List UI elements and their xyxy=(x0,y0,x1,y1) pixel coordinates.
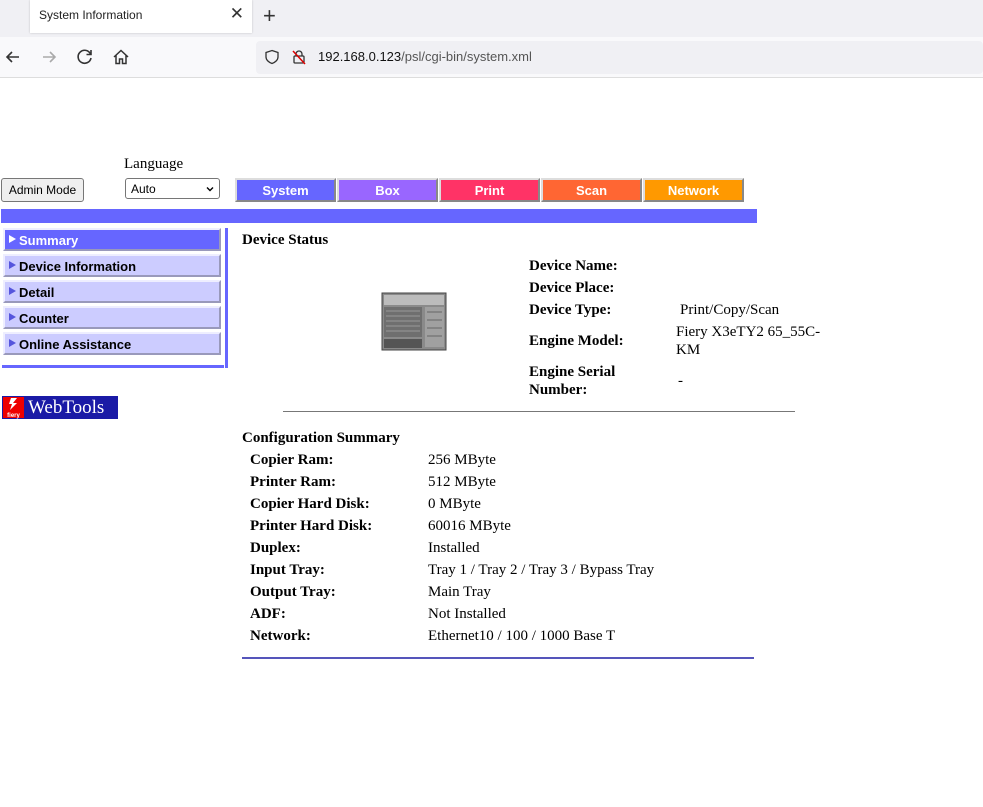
device-place-label: Device Place: xyxy=(529,280,615,296)
shield-icon[interactable] xyxy=(264,49,280,65)
page-content: Language Admin Mode Auto System Box Prin… xyxy=(0,78,983,807)
browser-tab-bar: System Information ✕ + xyxy=(0,0,983,37)
webtools-text: WebTools xyxy=(28,397,105,418)
sidebar-item-label: Summary xyxy=(19,233,79,248)
arrow-icon xyxy=(9,339,16,347)
sidebar: Summary Device Information Detail Counte… xyxy=(1,228,228,368)
printer-hard-disk-value: 60016 MByte xyxy=(428,518,511,534)
copier-ram-label: Copier Ram: xyxy=(250,452,334,468)
section-divider xyxy=(283,411,795,412)
printer-ram-value: 512 MByte xyxy=(428,474,496,490)
engine-serial-label: Engine Serial Number: xyxy=(529,364,616,398)
browser-tab-title: System Information xyxy=(39,8,143,22)
device-name-label: Device Name: xyxy=(529,258,618,274)
new-tab-icon[interactable]: + xyxy=(263,3,276,29)
tab-system[interactable]: System xyxy=(235,178,336,202)
tab-network-label: Network xyxy=(667,182,720,198)
tab-system-label: System xyxy=(262,182,309,198)
arrow-icon xyxy=(9,313,16,321)
url-path: /psl/cgi-bin/system.xml xyxy=(401,49,532,64)
output-tray-value: Main Tray xyxy=(428,584,491,600)
tab-box[interactable]: Box xyxy=(337,178,438,202)
webtools-logo[interactable]: fiery WebTools xyxy=(2,396,118,419)
arrow-icon xyxy=(9,261,16,269)
fiery-logo-icon: fiery xyxy=(3,397,24,419)
config-summary-title: Configuration Summary xyxy=(242,430,400,446)
tab-scan[interactable]: Scan xyxy=(541,178,642,202)
forward-icon[interactable] xyxy=(38,46,60,68)
engine-model-value: Fiery X3eTY2 65_55C-KM xyxy=(676,324,821,358)
sidebar-item-label: Device Information xyxy=(19,259,137,274)
insecure-lock-icon[interactable] xyxy=(291,49,307,65)
input-tray-label: Input Tray: xyxy=(250,562,325,578)
network-label: Network: xyxy=(250,628,311,644)
admin-mode-button[interactable]: Admin Mode xyxy=(1,178,84,202)
close-tab-icon[interactable]: ✕ xyxy=(230,4,244,24)
browser-tab[interactable]: System Information ✕ xyxy=(30,0,252,33)
copier-hard-disk-label: Copier Hard Disk: xyxy=(250,496,370,512)
home-icon[interactable] xyxy=(110,46,132,68)
sidebar-item-counter[interactable]: Counter xyxy=(3,306,221,329)
sidebar-item-online-assistance[interactable]: Online Assistance xyxy=(3,332,221,355)
sidebar-item-label: Counter xyxy=(19,311,69,326)
tab-box-label: Box xyxy=(375,182,400,198)
language-label: Language xyxy=(124,156,184,172)
network-value: Ethernet10 / 100 / 1000 Base T xyxy=(428,628,616,644)
sidebar-item-summary[interactable]: Summary xyxy=(3,228,221,251)
device-type-label: Device Type: xyxy=(529,302,612,318)
printer-icon xyxy=(381,292,447,351)
arrow-icon xyxy=(9,235,16,243)
url-text: 192.168.0.123/psl/cgi-bin/system.xml xyxy=(318,49,532,64)
url-host: 192.168.0.123 xyxy=(318,49,402,64)
sidebar-item-label: Detail xyxy=(19,285,55,300)
device-type-value: Print/Copy/Scan xyxy=(680,302,780,318)
sidebar-item-label: Online Assistance xyxy=(19,337,132,352)
reload-icon[interactable] xyxy=(74,46,96,68)
adf-value: Not Installed xyxy=(428,606,506,622)
header-divider-bar xyxy=(1,209,757,223)
fiery-badge-text: fiery xyxy=(7,413,20,419)
adf-label: ADF: xyxy=(250,606,286,622)
engine-serial-value: - xyxy=(678,373,683,389)
arrow-icon xyxy=(9,287,16,295)
back-icon[interactable] xyxy=(2,46,24,68)
sidebar-item-device-information[interactable]: Device Information xyxy=(3,254,221,277)
bottom-divider xyxy=(242,657,754,659)
duplex-value: Installed xyxy=(428,540,480,556)
tab-network[interactable]: Network xyxy=(643,178,744,202)
printer-hard-disk-label: Printer Hard Disk: xyxy=(250,518,373,534)
output-tray-label: Output Tray: xyxy=(250,584,336,600)
tab-print[interactable]: Print xyxy=(439,178,540,202)
browser-nav-bar: 192.168.0.123/psl/cgi-bin/system.xml xyxy=(0,37,983,78)
tab-print-label: Print xyxy=(474,182,505,198)
duplex-label: Duplex: xyxy=(250,540,301,556)
engine-model-label: Engine Model: xyxy=(529,333,624,349)
sidebar-bottom-border xyxy=(2,365,224,368)
chevron-down-icon xyxy=(206,187,214,192)
copier-hard-disk-value: 0 MByte xyxy=(428,496,481,512)
printer-ram-label: Printer Ram: xyxy=(250,474,336,490)
input-tray-value: Tray 1 / Tray 2 / Tray 3 / Bypass Tray xyxy=(428,562,655,578)
language-select[interactable]: Auto xyxy=(125,178,220,199)
address-bar[interactable]: 192.168.0.123/psl/cgi-bin/system.xml xyxy=(256,41,983,74)
device-status-title: Device Status xyxy=(242,232,329,248)
sidebar-border xyxy=(225,228,228,368)
copier-ram-value: 256 MByte xyxy=(428,452,496,468)
tab-scan-label: Scan xyxy=(575,182,608,198)
sidebar-item-detail[interactable]: Detail xyxy=(3,280,221,303)
language-select-value: Auto xyxy=(131,182,156,196)
